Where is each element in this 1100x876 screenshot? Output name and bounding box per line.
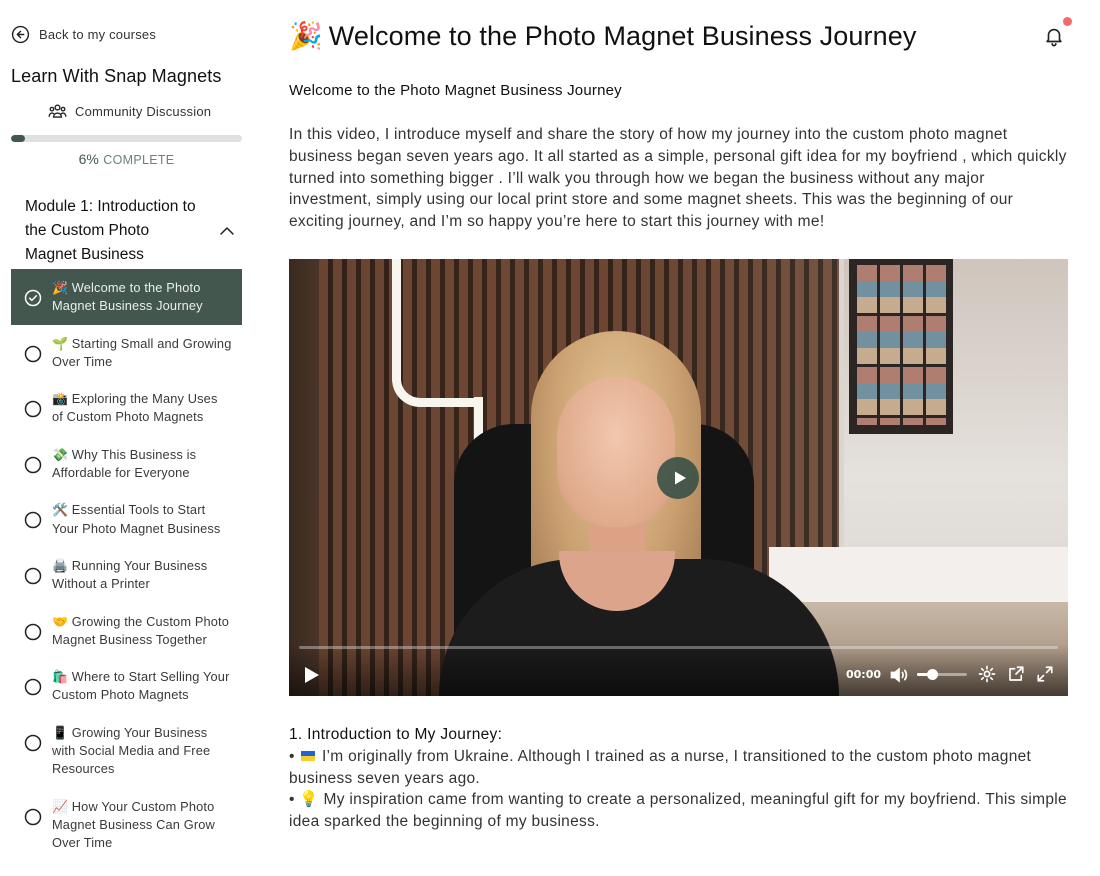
empty-circle-icon xyxy=(24,734,42,751)
empty-circle-icon xyxy=(24,345,42,362)
video-play-overlay-button[interactable] xyxy=(657,457,699,499)
lesson-list: 🎉 Welcome to the Photo Magnet Business J… xyxy=(11,269,242,862)
back-link-label: Back to my courses xyxy=(39,27,157,42)
bell-icon[interactable] xyxy=(1043,25,1065,47)
lesson-label: 🖨️ Running Your Business Without a Print… xyxy=(52,557,208,592)
section-title: 1. Introduction to My Journey: xyxy=(289,726,503,743)
module-title: Module 1: Introduction to the Custom Pho… xyxy=(25,198,196,263)
lesson-label: 📱 Growing Your Business with Social Medi… xyxy=(52,724,211,777)
arrow-left-circle-icon xyxy=(11,25,30,44)
progress-complete-label: COMPLETE xyxy=(103,153,175,167)
lesson-item[interactable]: 🎉 Welcome to the Photo Magnet Business J… xyxy=(11,269,242,325)
course-sidebar: Back to my courses Learn With Snap Magne… xyxy=(0,0,254,876)
module-header[interactable]: Module 1: Introduction to the Custom Pho… xyxy=(25,195,242,267)
lesson-item[interactable]: 📸 Exploring the Many Uses of Custom Phot… xyxy=(11,380,242,436)
lesson-item[interactable]: 🛠️ Essential Tools to Start Your Photo M… xyxy=(11,491,242,547)
lesson-label: 💸 Why This Business is Affordable for Ev… xyxy=(52,446,197,481)
lesson-item[interactable]: 🛍️ Where to Start Selling Your Custom Ph… xyxy=(11,658,242,714)
course-title: Learn With Snap Magnets xyxy=(11,66,222,86)
empty-circle-icon xyxy=(24,808,42,825)
community-discussion-link[interactable]: Community Discussion xyxy=(48,102,211,121)
empty-circle-icon xyxy=(24,512,42,529)
video-frame-desk xyxy=(769,547,1068,602)
play-icon[interactable] xyxy=(301,665,321,685)
lesson-label: 🎉 Welcome to the Photo Magnet Business J… xyxy=(52,280,203,314)
external-link-icon[interactable] xyxy=(1007,665,1025,683)
video-controls-bar xyxy=(289,644,1068,696)
lesson-item[interactable]: 💸 Why This Business is Affordable for Ev… xyxy=(11,436,242,492)
section-bullet: • I’m originally from Ukraine. Although … xyxy=(289,746,1069,790)
lesson-intro-text: In this video, I introduce myself and sh… xyxy=(289,126,1067,231)
lesson-item[interactable]: 🌱 Starting Small and Growing Over Time xyxy=(11,325,242,381)
notification-dot xyxy=(1063,17,1072,26)
volume-knob[interactable] xyxy=(927,669,938,680)
empty-circle-icon xyxy=(24,456,42,474)
community-label: Community Discussion xyxy=(75,104,212,119)
lesson-label: 🛍️ Where to Start Selling Your Custom Ph… xyxy=(52,669,230,703)
empty-circle-icon xyxy=(24,567,42,585)
lesson-item[interactable]: 📱 Growing Your Business with Social Medi… xyxy=(11,714,242,788)
lesson-item[interactable]: 🤝 Growing the Custom Photo Magnet Busine… xyxy=(11,603,242,659)
video-player[interactable]: 00:00 xyxy=(289,259,1068,696)
back-to-courses-link[interactable]: Back to my courses xyxy=(11,25,156,44)
bullet-text: I’m originally from Ukraine. Although I … xyxy=(289,747,1032,787)
users-icon xyxy=(48,104,67,118)
play-icon xyxy=(674,471,686,485)
progress-percent: 6% xyxy=(78,151,99,167)
lesson-title-text: Welcome to the Photo Magnet Business Jou… xyxy=(328,20,917,51)
lesson-label: 🤝 Growing the Custom Photo Magnet Busine… xyxy=(52,613,230,647)
video-frame-face xyxy=(557,377,675,527)
section-bullet: • 💡 My inspiration came from wanting to … xyxy=(289,789,1069,833)
fullscreen-icon[interactable] xyxy=(1036,665,1054,683)
video-scrubber[interactable] xyxy=(299,646,1058,649)
video-frame-neon xyxy=(392,259,480,407)
empty-circle-icon xyxy=(24,678,42,696)
check-circle-icon xyxy=(24,289,42,307)
bullet-marker: • xyxy=(289,747,300,765)
video-frame-photos xyxy=(857,265,947,425)
lesson-item[interactable]: 🖨️ Running Your Business Without a Print… xyxy=(11,547,242,603)
party-popper-icon: 🎉 xyxy=(289,21,323,51)
lesson-label: 🛠️ Essential Tools to Start Your Photo M… xyxy=(52,502,221,536)
lesson-section: 1. Introduction to My Journey: • I’m ori… xyxy=(289,724,1069,833)
volume-icon[interactable] xyxy=(889,665,909,685)
ukraine-flag-icon xyxy=(301,750,316,761)
bullet-marker: • 💡 xyxy=(289,791,319,809)
chevron-up-icon xyxy=(220,227,234,235)
volume-slider[interactable] xyxy=(917,673,967,676)
empty-circle-icon xyxy=(24,400,42,418)
lesson-title: 🎉 Welcome to the Photo Magnet Business J… xyxy=(289,20,916,52)
lesson-label: 🌱 Starting Small and Growing Over Time xyxy=(52,335,232,369)
progress-text: 6% COMPLETE xyxy=(11,151,242,169)
bullet-text: My inspiration came from wanting to crea… xyxy=(289,791,1067,831)
video-time: 00:00 xyxy=(846,668,882,681)
lesson-label: 📈 How Your Custom Photo Magnet Business … xyxy=(52,798,215,851)
course-progress-fill xyxy=(11,135,25,142)
course-progress-bar xyxy=(11,135,242,142)
lesson-item[interactable]: 📈 How Your Custom Photo Magnet Business … xyxy=(11,788,242,862)
gear-icon[interactable] xyxy=(978,665,996,683)
empty-circle-icon xyxy=(24,623,42,640)
lesson-label: 📸 Exploring the Many Uses of Custom Phot… xyxy=(52,391,218,425)
lesson-subheading: Welcome to the Photo Magnet Business Jou… xyxy=(289,82,622,99)
